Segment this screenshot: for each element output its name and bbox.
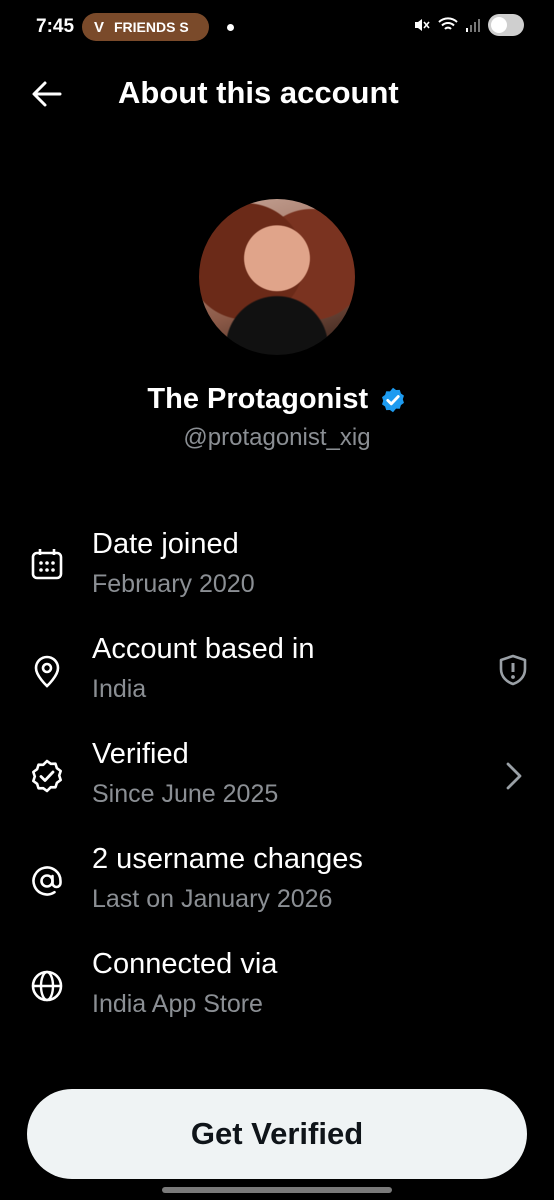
calendar-icon bbox=[31, 549, 63, 580]
home-indicator[interactable] bbox=[162, 1187, 392, 1193]
info-value: India App Store bbox=[92, 990, 263, 1018]
notification-pill-label: FRIENDS S bbox=[114, 19, 189, 35]
profile-name: The Protagonist bbox=[147, 383, 369, 415]
wifi-icon bbox=[438, 17, 458, 30]
globe-icon bbox=[31, 970, 63, 1002]
back-arrow-icon[interactable] bbox=[30, 78, 64, 110]
shield-alert-icon[interactable] bbox=[496, 653, 530, 687]
chevron-right-icon[interactable] bbox=[496, 759, 530, 793]
verified-badge-icon bbox=[381, 387, 404, 412]
profile-name-row: The Protagonist bbox=[0, 383, 554, 416]
profile-handle: @protagonist_xig bbox=[183, 424, 371, 451]
info-label: Verified bbox=[92, 738, 189, 770]
info-label: Connected via bbox=[92, 948, 278, 980]
status-bar: 7:45 V FRIENDS S bbox=[0, 0, 554, 56]
info-label: Account based in bbox=[92, 633, 315, 665]
info-value: Last on January 2026 bbox=[92, 885, 333, 913]
info-value: February 2020 bbox=[92, 570, 255, 598]
avatar[interactable] bbox=[199, 199, 355, 355]
info-label: Date joined bbox=[92, 528, 239, 560]
info-row-verified[interactable]: Verified Since June 2025 bbox=[0, 738, 554, 828]
info-row-connected-via: Connected via India App Store bbox=[0, 948, 554, 1038]
battery-icon bbox=[488, 14, 524, 36]
verified-badge-outline-icon bbox=[31, 759, 62, 793]
status-time: 7:45 bbox=[36, 16, 75, 37]
get-verified-button[interactable]: Get Verified bbox=[27, 1089, 527, 1179]
page-title: About this account bbox=[118, 75, 399, 110]
info-value: India bbox=[92, 675, 147, 703]
notification-dot-icon bbox=[227, 24, 234, 31]
notification-pill[interactable]: V FRIENDS S bbox=[82, 13, 209, 41]
mute-icon bbox=[415, 19, 430, 31]
info-value: Since June 2025 bbox=[92, 780, 279, 808]
info-row-date-joined: Date joined February 2020 bbox=[0, 528, 554, 618]
info-label: 2 username changes bbox=[92, 843, 363, 875]
app-logo-icon: V bbox=[94, 18, 105, 36]
location-pin-icon bbox=[34, 655, 60, 688]
info-row-account-based-in: Account based in India bbox=[0, 633, 554, 723]
at-sign-icon bbox=[32, 866, 62, 896]
info-row-username-changes: 2 username changes Last on January 2026 bbox=[0, 843, 554, 933]
system-icons bbox=[413, 14, 524, 36]
signal-icon bbox=[466, 19, 480, 32]
